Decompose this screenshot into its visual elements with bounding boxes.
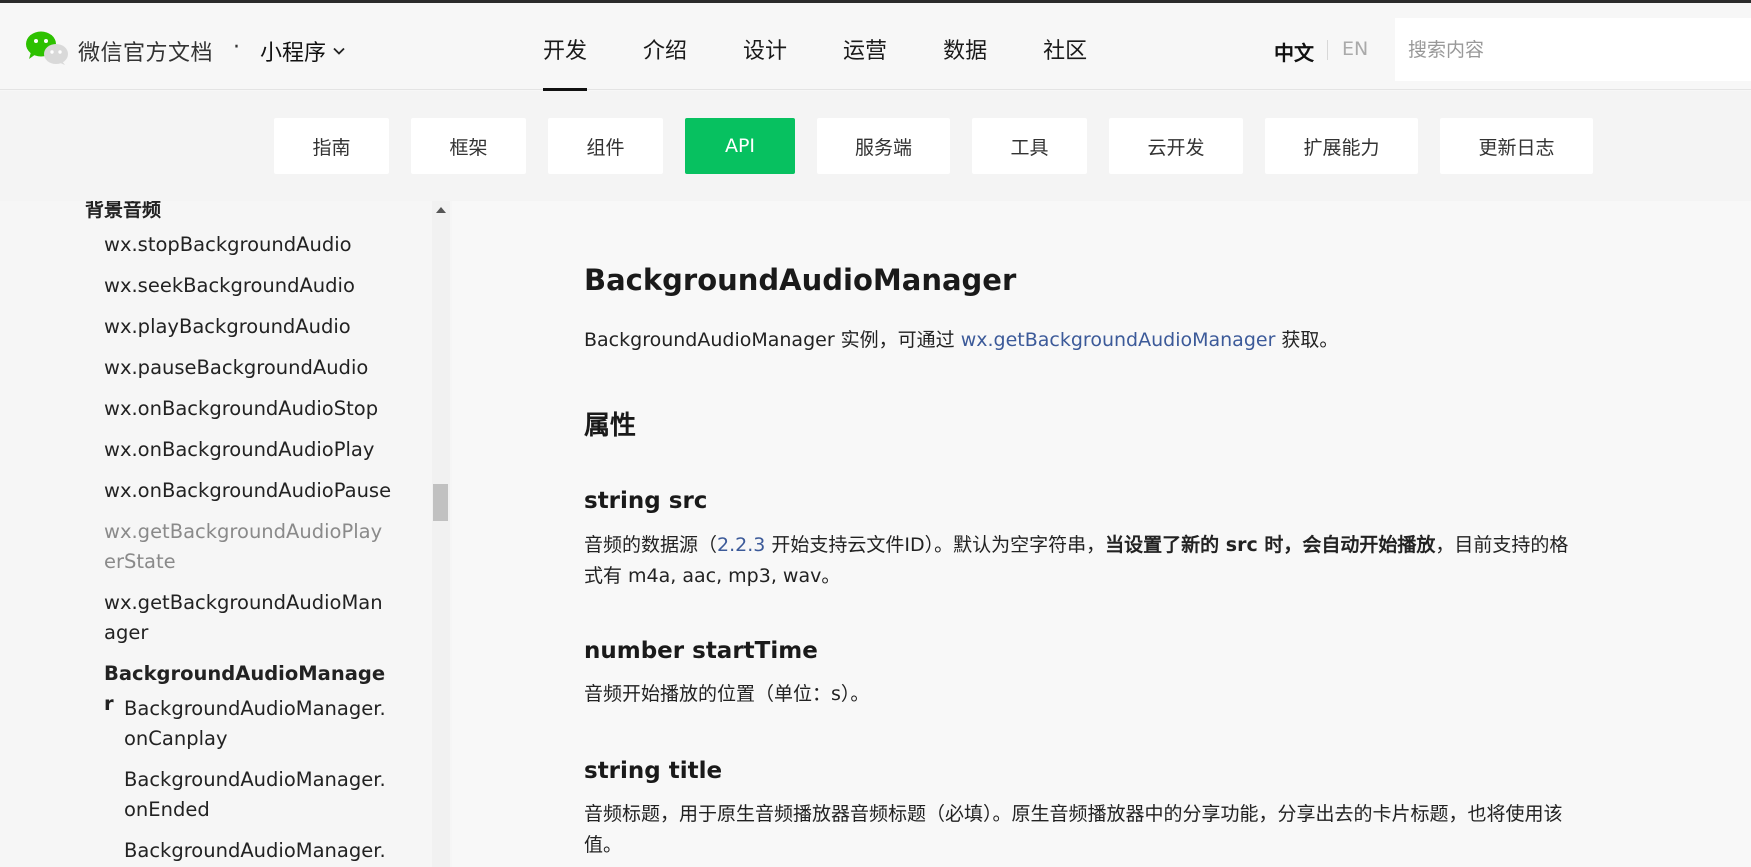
prop-desc-src-part1: 音频的数据源（ bbox=[584, 534, 718, 556]
tab-framework[interactable]: 框架 bbox=[411, 118, 526, 174]
intro-paragraph: BackgroundAudioManager 实例，可通过 wx.getBack… bbox=[584, 325, 1338, 352]
nav-item-design[interactable]: 设计 bbox=[743, 3, 787, 90]
main-nav: 开发 介绍 设计 运营 数据 社区 bbox=[543, 3, 1143, 91]
sidebar-item-bg-audio-manager-o[interactable]: BackgroundAudioManager.o bbox=[124, 836, 389, 867]
sub-nav: 指南 框架 组件 API 服务端 工具 云开发 扩展能力 更新日志 bbox=[0, 91, 1751, 201]
lang-zh-link[interactable]: 中文 bbox=[1274, 37, 1314, 66]
intro-prefix: BackgroundAudioManager 实例，可通过 bbox=[584, 329, 961, 351]
prop-heading-src: string src bbox=[584, 488, 708, 514]
sidebar-scroll-thumb[interactable] bbox=[433, 484, 448, 521]
nav-item-community[interactable]: 社区 bbox=[1043, 3, 1087, 90]
prop-desc-src: 音频的数据源（2.2.3 开始支持云文件ID）。默认为空字符串，当设置了新的 s… bbox=[584, 530, 1584, 592]
lang-divider bbox=[1327, 40, 1328, 60]
sidebar-item-on-bg-audio-stop[interactable]: wx.onBackgroundAudioStop bbox=[104, 394, 394, 424]
sidebar-scrollbar[interactable] bbox=[432, 201, 450, 867]
sidebar-item-stop-bg-audio[interactable]: wx.stopBackgroundAudio bbox=[104, 230, 394, 260]
product-label: 小程序 bbox=[260, 41, 327, 66]
sidebar: 背景音频 wx.stopBackgroundAudio wx.seekBackg… bbox=[0, 201, 452, 867]
nav-item-intro[interactable]: 介绍 bbox=[643, 3, 687, 90]
intro-suffix: 获取。 bbox=[1275, 329, 1339, 351]
prop-desc-src-bold: 当设置了新的 src 时，会自动开始播放 bbox=[1105, 534, 1436, 556]
tab-server[interactable]: 服务端 bbox=[817, 118, 950, 174]
tab-components[interactable]: 组件 bbox=[548, 118, 663, 174]
sidebar-item-on-bg-audio-play[interactable]: wx.onBackgroundAudioPlay bbox=[104, 435, 394, 465]
brand-separator: · bbox=[233, 35, 240, 60]
nav-item-operation[interactable]: 运营 bbox=[843, 3, 887, 90]
prop-desc-title: 音频标题，用于原生音频播放器音频标题（必填）。原生音频播放器中的分享功能，分享出… bbox=[584, 803, 1563, 856]
wechat-logo-icon[interactable] bbox=[25, 30, 69, 66]
chevron-down-icon bbox=[333, 47, 345, 55]
sidebar-item-seek-bg-audio[interactable]: wx.seekBackgroundAudio bbox=[104, 271, 394, 301]
tab-api[interactable]: API bbox=[685, 118, 795, 174]
brand-title[interactable]: 微信官方文档 bbox=[78, 35, 213, 67]
tab-cloud-dev[interactable]: 云开发 bbox=[1109, 118, 1243, 174]
nav-item-data[interactable]: 数据 bbox=[943, 3, 987, 90]
prop-heading-starttime: number startTime bbox=[584, 638, 818, 664]
get-bg-audio-manager-link[interactable]: wx.getBackgroundAudioManager bbox=[961, 329, 1276, 351]
top-header: 微信官方文档 · 小程序 开发 介绍 设计 运营 数据 社区 中文 EN bbox=[0, 0, 1751, 91]
sidebar-item-pause-bg-audio[interactable]: wx.pauseBackgroundAudio bbox=[104, 353, 394, 383]
sidebar-item-get-bg-audio-manager[interactable]: wx.getBackgroundAudioManager bbox=[104, 588, 384, 648]
section-title-properties: 属性 bbox=[584, 411, 637, 441]
scroll-up-arrow-icon[interactable] bbox=[436, 207, 446, 213]
tab-extensions[interactable]: 扩展能力 bbox=[1265, 118, 1418, 174]
search-input[interactable] bbox=[1395, 18, 1751, 81]
lang-en-link[interactable]: EN bbox=[1342, 38, 1368, 60]
prop-desc-src-part2: 开始支持云文件ID）。默认为空字符串， bbox=[765, 534, 1106, 556]
sidebar-item-on-ended[interactable]: BackgroundAudioManager.onEnded bbox=[124, 765, 389, 825]
tab-guide[interactable]: 指南 bbox=[274, 118, 389, 174]
sidebar-item-on-canplay[interactable]: BackgroundAudioManager.onCanplay bbox=[124, 694, 389, 754]
product-selector[interactable]: 小程序 bbox=[260, 35, 346, 67]
prop-heading-title: string title bbox=[584, 758, 723, 784]
sidebar-item-on-bg-audio-pause[interactable]: wx.onBackgroundAudioPause bbox=[104, 476, 394, 506]
version-link[interactable]: 2.2.3 bbox=[717, 534, 765, 556]
sidebar-item-play-bg-audio[interactable]: wx.playBackgroundAudio bbox=[104, 312, 394, 342]
sidebar-item-get-bg-audio-player-state[interactable]: wx.getBackgroundAudioPlayerState bbox=[104, 517, 384, 577]
tab-changelog[interactable]: 更新日志 bbox=[1440, 118, 1593, 174]
page-title: BackgroundAudioManager bbox=[584, 263, 1017, 297]
nav-item-dev[interactable]: 开发 bbox=[543, 3, 588, 91]
sidebar-group-title[interactable]: 背景音频 bbox=[85, 201, 161, 222]
tab-tools[interactable]: 工具 bbox=[972, 118, 1087, 174]
main-content: BackgroundAudioManager BackgroundAudioMa… bbox=[452, 201, 1751, 867]
prop-desc-starttime: 音频开始播放的位置（单位：s）。 bbox=[584, 683, 870, 705]
